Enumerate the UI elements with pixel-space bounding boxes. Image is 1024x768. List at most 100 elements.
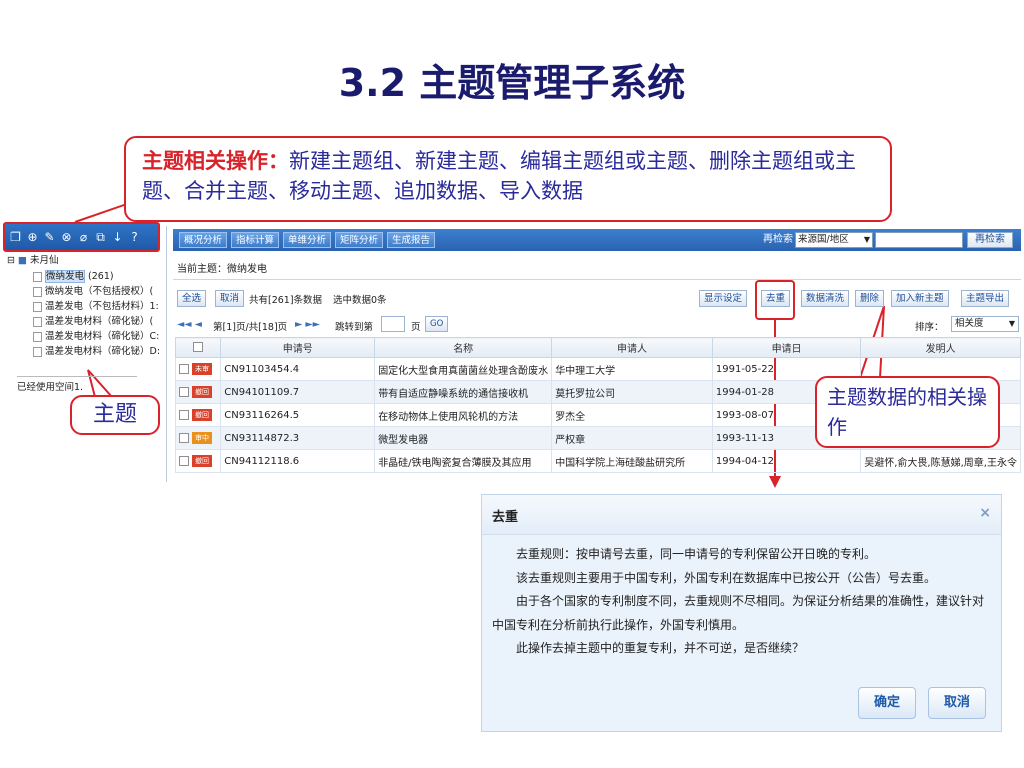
divider — [173, 279, 1021, 280]
close-icon[interactable]: × — [979, 505, 991, 521]
new-group-icon[interactable]: ❐ — [9, 230, 22, 244]
dialog-paragraph: 该去重规则主要用于中国专利，外国专利在数据库中已按公开（公告）号去重。 — [516, 570, 937, 585]
re-search-input[interactable] — [875, 232, 963, 248]
re-search-label: 再检索 — [763, 234, 793, 245]
go-button[interactable]: GO — [425, 316, 449, 332]
confirm-button[interactable]: 确定 — [858, 687, 916, 719]
column-header[interactable]: 申请日 — [711, 337, 862, 358]
tab-single-dimension[interactable]: 单维分析 — [283, 232, 332, 248]
re-search-button[interactable]: 再检索 — [967, 232, 1013, 248]
data-cleaning-button[interactable]: 数据清洗 — [801, 290, 850, 307]
column-header[interactable]: 名称 — [374, 337, 553, 358]
pager-first-prev[interactable]: ◄◄ ◄ — [177, 319, 202, 330]
import-icon[interactable]: ↓ — [111, 230, 124, 244]
tree-node[interactable]: 温差发电（不包括材料）1: — [33, 298, 159, 312]
applicant-cell: 华中理工大学 — [551, 357, 713, 381]
row-checkbox-cell[interactable]: 撤回 — [174, 403, 222, 427]
page-number-input[interactable] — [381, 316, 405, 332]
topic-callout: 主题 — [70, 395, 160, 435]
slide-title: 3.2 主题管理子系统 — [338, 61, 686, 105]
cancel-button[interactable]: 取消 — [928, 687, 986, 719]
analysis-toolbar: 概况分析 指标计算 单维分析 矩阵分析 生成报告 再检索 来源国/地区 ▼ 再检索 — [173, 229, 1021, 251]
export-topic-button[interactable]: 主题导出 — [961, 290, 1010, 307]
sort-label: 排序： — [915, 322, 944, 333]
topic-operations-callout: 主题相关操作：新建主题组、新建主题、编辑主题组或主题、删除主题组或主题、合并主题… — [124, 136, 892, 222]
delete-icon[interactable]: ⊗ — [60, 230, 73, 244]
application-number-cell: CN93116264.5 — [220, 403, 376, 427]
sort-select[interactable]: 相关度 ▼ — [951, 316, 1019, 332]
status-badge: 审中 — [192, 432, 212, 444]
row-checkbox[interactable] — [179, 364, 189, 374]
column-header[interactable]: 发明人 — [860, 337, 1021, 358]
select-all-button[interactable]: 全选 — [177, 290, 207, 307]
topic-operations-heading: 主题相关操作： — [142, 148, 289, 173]
status-badge: 撤回 — [192, 455, 212, 467]
application-date-cell: 1994-04-12 — [711, 449, 862, 473]
applicant-cell: 中国科学院上海硅酸盐研究所 — [551, 449, 713, 473]
row-checkbox[interactable] — [179, 410, 189, 420]
header-checkbox[interactable] — [174, 337, 222, 358]
cancel-selection-button[interactable]: 取消 — [215, 290, 245, 307]
status-badge: 撤回 — [192, 409, 212, 421]
tree-toolbar: ❐ ⊕ ✎ ⊗ ⌀ ⧉ ↓ ? — [3, 222, 160, 252]
applicant-cell: 莫托罗拉公司 — [551, 380, 713, 404]
data-operations-callout: 主题数据的相关操作 — [815, 376, 1000, 448]
application-number-cell: CN93114872.3 — [220, 426, 376, 450]
tree-node[interactable]: 微纳发电 (261) — [33, 268, 114, 283]
title-cell: 固定化大型食用真菌菌丝处理含酚废水 — [374, 357, 553, 381]
append-icon[interactable]: ⧉ — [94, 230, 107, 244]
dedupe-dialog: 去重 × 去重规则：按申请号去重，同一申请号的专利保留公开日晚的专利。 该去重规… — [481, 494, 1002, 732]
jump-to-label: 跳转到第 — [335, 322, 374, 333]
row-checkbox-cell[interactable]: 撤回 — [174, 380, 222, 404]
title-cell: 在移动物体上使用风轮机的方法 — [374, 403, 553, 427]
add-icon[interactable]: ⊕ — [26, 230, 39, 244]
tree-node[interactable]: 温差发电材料（碲化铋）D: — [33, 343, 160, 357]
total-info: 共有[261]条数据 — [249, 295, 323, 306]
current-topic: 当前主题：微纳发电 — [177, 264, 267, 275]
table-header-row: 申请号 名称 申请人 申请日 发明人 — [174, 337, 1021, 358]
application-number-cell: CN91103454.4 — [220, 357, 376, 381]
row-checkbox-cell[interactable]: 未审 — [174, 357, 222, 381]
row-checkbox-cell[interactable]: 撤回 — [174, 449, 222, 473]
row-checkbox[interactable] — [179, 433, 189, 443]
status-badge: 撤回 — [192, 386, 212, 398]
row-checkbox[interactable] — [179, 456, 189, 466]
selected-info: 选中数据0条 — [333, 295, 387, 306]
table-row[interactable]: 撤回 CN94112118.6 非晶硅/铁电陶瓷复合薄膜及其应用 中国科学院上海硅酸盐… — [174, 449, 1021, 473]
column-header[interactable]: 申请号 — [220, 337, 376, 358]
tree-node[interactable]: 温差发电材料（碲化铋）( — [33, 313, 153, 327]
title-cell: 非晶硅/铁电陶瓷复合薄膜及其应用 — [374, 449, 553, 473]
add-new-topic-button[interactable]: 加入新主题 — [891, 290, 949, 307]
application-number-cell: CN94112118.6 — [220, 449, 376, 473]
display-settings-button[interactable]: 显示设定 — [699, 290, 748, 307]
tab-generate-report[interactable]: 生成报告 — [387, 232, 436, 248]
tree-root[interactable]: ⊟ ■ 未月仙 — [7, 252, 59, 266]
row-checkbox-cell[interactable]: 审中 — [174, 426, 222, 450]
tab-indicator-calc[interactable]: 指标计算 — [231, 232, 280, 248]
delete-button[interactable]: 删除 — [855, 290, 885, 307]
dialog-paragraph: 由于各个国家的专利制度不同，去重规则不尽相同。为保证分析结果的准确性，建议针对中… — [492, 594, 985, 632]
applicant-cell: 严权章 — [551, 426, 713, 450]
application-number-cell: CN94101109.7 — [220, 380, 376, 404]
help-icon[interactable]: ? — [128, 230, 141, 244]
page-unit: 页 — [411, 322, 421, 333]
tab-overview-analysis[interactable]: 概况分析 — [179, 232, 228, 248]
dialog-body: 去重规则：按申请号去重，同一申请号的专利保留公开日晚的专利。 该去重规则主要用于… — [492, 543, 992, 661]
row-checkbox[interactable] — [179, 387, 189, 397]
tree-node[interactable]: 微纳发电（不包括授权）( — [33, 283, 153, 297]
merge-icon[interactable]: ⌀ — [77, 230, 90, 244]
edit-icon[interactable]: ✎ — [43, 230, 56, 244]
dialog-header: 去重 × — [482, 495, 1001, 535]
field-select[interactable]: 来源国/地区 ▼ — [795, 232, 873, 248]
inventor-cell: 吴避怀,俞大畏,陈慧娣,周章,王永令 — [860, 449, 1021, 473]
dedupe-highlight — [755, 280, 795, 320]
tree-node[interactable]: 温差发电材料（碲化铋）C: — [33, 328, 159, 342]
title-cell: 带有自适应静噪系统的通信接收机 — [374, 380, 553, 404]
status-badge: 未审 — [192, 363, 212, 375]
column-header[interactable]: 申请人 — [551, 337, 713, 358]
tab-matrix-analysis[interactable]: 矩阵分析 — [335, 232, 384, 248]
applicant-cell: 罗杰全 — [551, 403, 713, 427]
chevron-down-icon: ▼ — [1008, 319, 1015, 328]
dialog-paragraph: 此操作去掉主题中的重复专利，并不可逆，是否继续？ — [516, 641, 805, 655]
pager-next-last[interactable]: ► ►► — [295, 319, 320, 330]
